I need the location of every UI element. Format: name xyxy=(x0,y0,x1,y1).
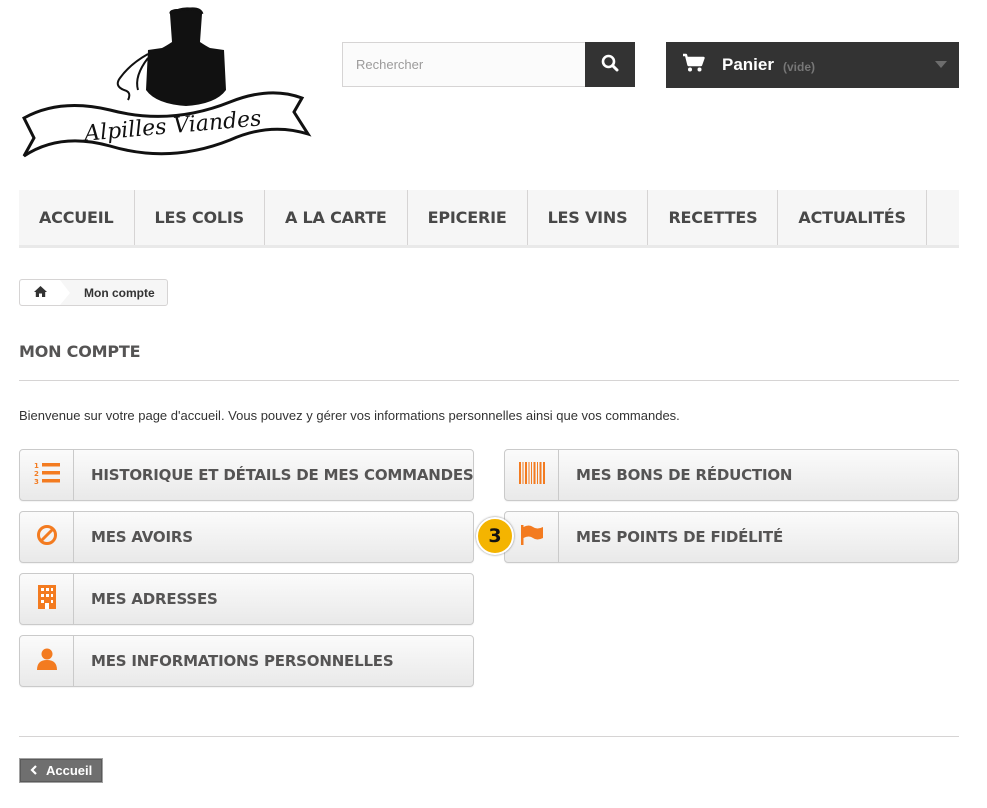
addresses-button[interactable]: MES ADRESSES xyxy=(19,573,474,625)
breadcrumb-current: Mon compte xyxy=(84,285,155,300)
search-bar xyxy=(342,42,635,87)
step-number-badge: 3 xyxy=(476,517,514,555)
svg-text:1: 1 xyxy=(34,462,39,470)
menu-item-recettes[interactable]: RECETTES xyxy=(648,190,779,245)
flag-icon xyxy=(519,524,545,551)
breadcrumb: Mon compte xyxy=(19,279,168,306)
menu-item-epicerie[interactable]: EPICERIE xyxy=(408,190,528,245)
page-title: MON COMPTE xyxy=(19,342,141,361)
barcode-icon xyxy=(518,461,545,489)
addresses-label: MES ADRESSES xyxy=(91,590,218,608)
chevron-down-icon xyxy=(935,61,947,68)
cart-label: Panier xyxy=(722,55,774,74)
ban-icon xyxy=(36,524,58,551)
credit-slips-label: MES AVOIRS xyxy=(91,528,193,546)
search-icon xyxy=(601,54,619,75)
loyalty-points-label: MES POINTS DE FIDÉLITÉ xyxy=(576,528,783,546)
svg-text:3: 3 xyxy=(34,478,39,485)
personal-info-button[interactable]: MES INFORMATIONS PERSONNELLES xyxy=(19,635,474,687)
cart-dropdown[interactable]: Panier (vide) xyxy=(666,42,959,88)
personal-info-label: MES INFORMATIONS PERSONNELLES xyxy=(91,652,394,670)
menu-item-accueil[interactable]: ACCUEIL xyxy=(19,190,135,245)
building-icon xyxy=(37,584,57,614)
numbered-list-icon: 1 2 3 xyxy=(34,461,60,490)
back-home-button[interactable]: Accueil xyxy=(19,758,103,783)
user-icon xyxy=(36,648,57,675)
welcome-text: Bienvenue sur votre page d'accueil. Vous… xyxy=(19,408,680,423)
chevron-left-icon xyxy=(30,763,38,778)
search-input[interactable] xyxy=(342,42,585,87)
main-menu: ACCUEIL LES COLIS A LA CARTE EPICERIE LE… xyxy=(19,190,959,248)
cart-status: (vide) xyxy=(782,59,815,74)
order-history-label: HISTORIQUE ET DÉTAILS DE MES COMMANDES xyxy=(91,466,474,484)
menu-item-actualites[interactable]: ACTUALITÉS xyxy=(778,190,927,245)
credit-slips-button[interactable]: MES AVOIRS xyxy=(19,511,474,563)
search-button[interactable] xyxy=(585,42,635,87)
cart-icon xyxy=(682,53,706,78)
vouchers-button[interactable]: MES BONS DE RÉDUCTION xyxy=(504,449,959,501)
footer-divider xyxy=(19,736,959,737)
breadcrumb-home[interactable] xyxy=(20,280,60,305)
menu-item-a-la-carte[interactable]: A LA CARTE xyxy=(265,190,408,245)
home-icon xyxy=(33,285,48,301)
menu-item-les-vins[interactable]: LES VINS xyxy=(528,190,649,245)
breadcrumb-separator xyxy=(60,280,70,305)
order-history-button[interactable]: 1 2 3 HISTORIQUE ET DÉTAILS DE MES COMMA… xyxy=(19,449,474,501)
menu-item-les-colis[interactable]: LES COLIS xyxy=(135,190,265,245)
site-logo[interactable]: Alpilles Viandes xyxy=(20,6,312,166)
svg-text:2: 2 xyxy=(34,470,39,478)
vouchers-label: MES BONS DE RÉDUCTION xyxy=(576,466,793,484)
back-home-label: Accueil xyxy=(46,763,93,778)
loyalty-points-button[interactable]: MES POINTS DE FIDÉLITÉ xyxy=(504,511,959,563)
divider xyxy=(19,380,959,381)
